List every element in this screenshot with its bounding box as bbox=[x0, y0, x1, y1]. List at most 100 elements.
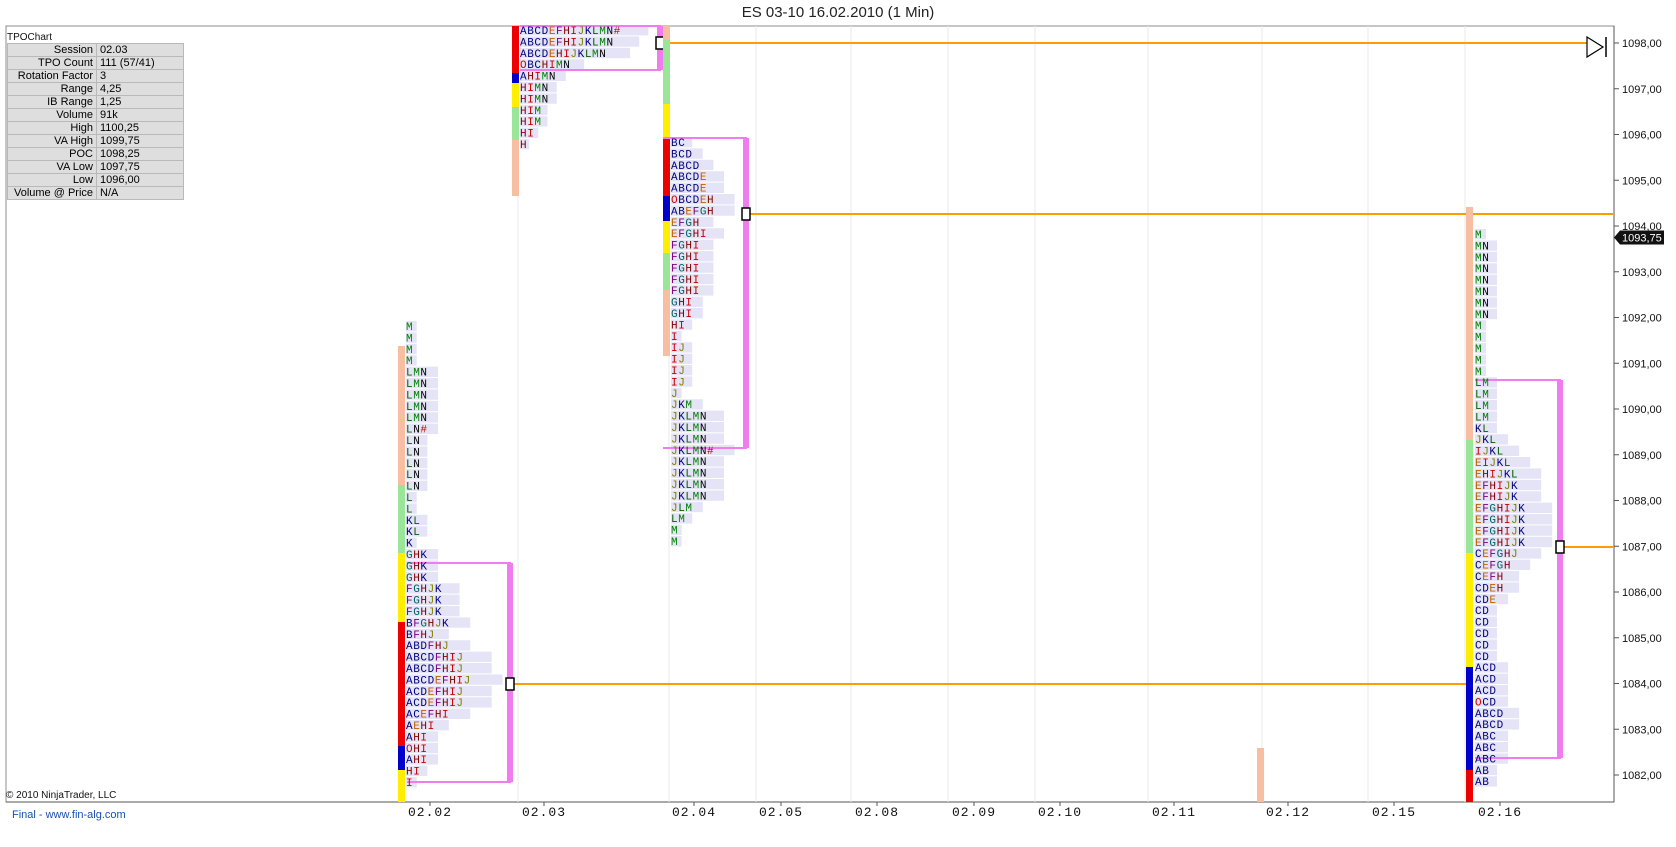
tpo-letter: I bbox=[527, 83, 534, 95]
tpo-letter: C bbox=[420, 653, 427, 665]
tpo-letter: L bbox=[592, 37, 599, 49]
y-tick-label: 1088,00 bbox=[1622, 496, 1662, 508]
tpo-row: BFGHJK bbox=[406, 618, 449, 630]
tpo-letter: H bbox=[413, 732, 420, 744]
tpo-letter: A bbox=[1475, 777, 1482, 789]
tpo-letter: J bbox=[671, 389, 678, 401]
tpo-letter: # bbox=[420, 425, 427, 437]
tpo-row: JKLMN bbox=[671, 469, 707, 481]
x-tick-label: 02.16 bbox=[1478, 805, 1522, 820]
tpo-letter: G bbox=[1489, 504, 1496, 516]
period-bar-segment bbox=[663, 138, 670, 196]
tpo-letter: G bbox=[420, 618, 427, 630]
tpo-letter: I bbox=[420, 744, 427, 756]
stats-value: 1,25 bbox=[96, 95, 184, 109]
tpo-letter: I bbox=[693, 252, 700, 264]
tpo-letter: E bbox=[1475, 492, 1482, 504]
value-area-edge bbox=[743, 138, 749, 448]
tpo-letter: A bbox=[406, 653, 413, 665]
tpo-letter: I bbox=[1504, 515, 1511, 527]
tpo-letter: L bbox=[406, 504, 413, 516]
tpo-letter: B bbox=[413, 641, 420, 653]
tpo-letter: B bbox=[406, 630, 413, 642]
period-bar-segment bbox=[1466, 376, 1473, 440]
tpo-letter: H bbox=[449, 675, 456, 687]
tpo-letter: N bbox=[700, 491, 707, 503]
stats-row: Rotation Factor 3 bbox=[7, 69, 184, 83]
tpo-letter: I bbox=[456, 675, 463, 687]
tpo-row: EFGHI bbox=[671, 229, 707, 241]
tpo-letter: M bbox=[1475, 298, 1482, 310]
tpo-letter: M bbox=[1475, 241, 1482, 253]
tpo-letter: H bbox=[420, 630, 427, 642]
tpo-row: BC bbox=[671, 138, 685, 150]
tpo-letter: G bbox=[413, 584, 420, 596]
tpo-row: JKM bbox=[671, 400, 693, 412]
tpo-letter: M bbox=[592, 49, 599, 61]
stats-value: 1100,25 bbox=[96, 121, 184, 135]
tpo-letter: K bbox=[406, 527, 413, 539]
tpo-letter: F bbox=[1489, 549, 1496, 561]
tpo-letter: L bbox=[406, 470, 413, 482]
tpo-letter: N bbox=[1482, 241, 1489, 253]
tpo-letter: N bbox=[700, 480, 707, 492]
tpo-letter: F bbox=[1482, 481, 1489, 493]
tpo-letter: L bbox=[406, 402, 413, 414]
tpo-letter: M bbox=[1482, 390, 1489, 402]
tpo-letter: N bbox=[1482, 276, 1489, 288]
tpo-letter: K bbox=[435, 607, 442, 619]
tpo-letter: M bbox=[413, 390, 420, 402]
stats-row: TPO Count 111 (57/41) bbox=[7, 56, 184, 70]
stats-value: N/A bbox=[96, 186, 184, 200]
tpo-letter: E bbox=[549, 37, 556, 49]
tpo-letter: D bbox=[693, 184, 700, 196]
tpo-letter: H bbox=[678, 309, 685, 321]
tpo-letter: L bbox=[1475, 412, 1482, 424]
tpo-row: ABCDFHIJ bbox=[406, 653, 464, 665]
tpo-letter: H bbox=[520, 117, 527, 129]
tpo-letter: G bbox=[671, 309, 678, 321]
tpo-row: I bbox=[406, 778, 413, 790]
session-profile: MMNMNMNMNMNMNMNMMMMMLMLMLMLMKLJKLIJKLEIJ… bbox=[1466, 207, 1565, 802]
tpo-letter: C bbox=[534, 49, 541, 61]
tpo-letter: I bbox=[693, 275, 700, 287]
tpo-letter: F bbox=[413, 630, 420, 642]
y-tick-label: 1089,00 bbox=[1622, 450, 1662, 462]
tpo-letter: C bbox=[1489, 743, 1496, 755]
value-area-edge bbox=[1557, 380, 1563, 758]
tpo-letter: C bbox=[685, 172, 692, 184]
tpo-letter: L bbox=[685, 412, 692, 424]
tpo-row: KL bbox=[406, 527, 420, 539]
tpo-letter: K bbox=[406, 539, 413, 551]
tpo-row: IJ bbox=[671, 343, 685, 355]
footer-link[interactable]: Final - www.fin-alg.com bbox=[12, 809, 126, 821]
tpo-letter: N bbox=[413, 447, 420, 459]
tpo-letter: G bbox=[671, 298, 678, 310]
tpo-letter: M bbox=[1475, 287, 1482, 299]
tpo-letter: N bbox=[413, 425, 420, 437]
tpo-letter: J bbox=[1511, 549, 1518, 561]
tpo-letter: A bbox=[1475, 766, 1482, 778]
tpo-letter: M bbox=[693, 412, 700, 424]
tpo-letter: C bbox=[534, 60, 541, 72]
tpo-row: ABEFGH bbox=[671, 206, 714, 218]
tpo-letter: M bbox=[1475, 333, 1482, 345]
tpo-letter: L bbox=[1504, 458, 1511, 470]
tpo-letter: N bbox=[549, 72, 556, 84]
tpo-chart[interactable]: MMMMLMNLMNLMNLMNLMNLN#LNLNLNLNLNLLKLKLKG… bbox=[0, 0, 1676, 847]
tpo-letter: I bbox=[693, 286, 700, 298]
tpo-row: FGHI bbox=[671, 241, 700, 253]
tpo-letter: F bbox=[428, 641, 435, 653]
tpo-row: ABCD bbox=[671, 161, 700, 173]
tpo-letter: M bbox=[534, 83, 541, 95]
tpo-letter: M bbox=[671, 526, 678, 538]
stats-value: 1099,75 bbox=[96, 134, 184, 148]
tpo-letter: F bbox=[435, 687, 442, 699]
tpo-letter: M bbox=[693, 491, 700, 503]
tpo-letter: H bbox=[435, 710, 442, 722]
tpo-letter: I bbox=[1482, 458, 1489, 470]
tpo-letter: F bbox=[1482, 526, 1489, 538]
tpo-row: EFGHIJK bbox=[1475, 515, 1525, 527]
tpo-letter: K bbox=[420, 561, 427, 573]
stats-row: IB Range 1,25 bbox=[7, 95, 184, 109]
